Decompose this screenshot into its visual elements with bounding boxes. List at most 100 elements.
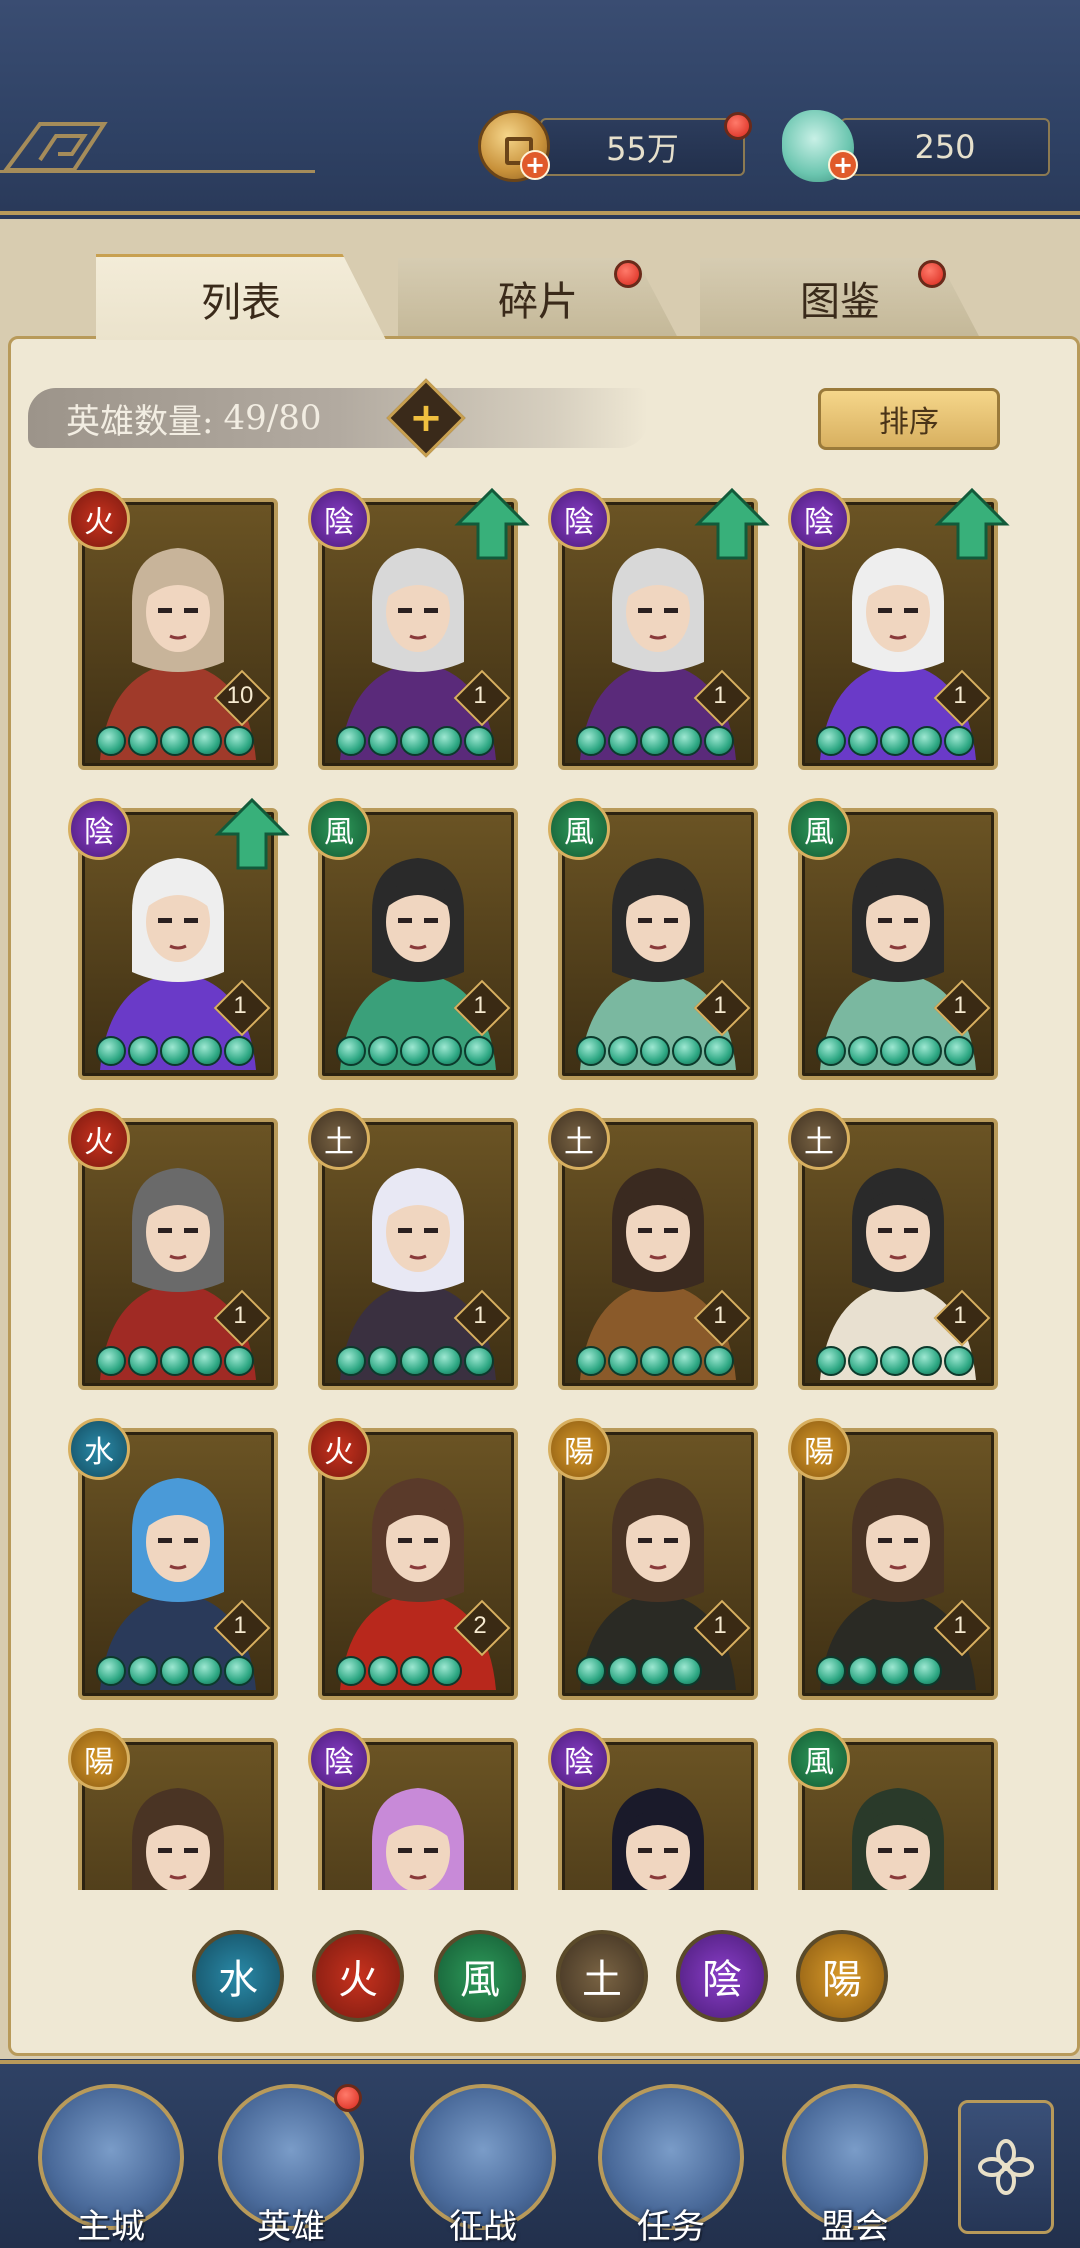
upgrade-arrow-icon	[694, 487, 770, 560]
jade-star-icon	[192, 1656, 222, 1686]
nav-battle-helmet[interactable]: 征战	[408, 2084, 558, 2248]
wind-element-icon: 風	[788, 1728, 850, 1790]
fire-element-icon: 火	[308, 1418, 370, 1480]
jade-star-icon	[576, 1036, 606, 1066]
jade-star-icon	[128, 1656, 158, 1686]
hero-level: 1	[953, 1302, 967, 1329]
yang-element-icon: 陽	[68, 1728, 130, 1790]
tab-list[interactable]: 列表	[96, 254, 386, 340]
hero-level-badge: 1	[698, 984, 742, 1028]
tab-list-label: 列表	[201, 279, 281, 326]
jade-star-icon	[400, 1036, 430, 1066]
jade-star-icon	[160, 726, 190, 756]
hero-level: 1	[233, 1302, 247, 1329]
hero-star-row	[576, 726, 734, 758]
jade-star-icon	[880, 726, 910, 756]
hero-level-badge: 1	[698, 1294, 742, 1338]
jade-star-icon	[816, 1346, 846, 1376]
hero-level-badge: 1	[938, 984, 982, 1028]
hero-level-badge: 1	[218, 984, 262, 1028]
jade-star-icon	[880, 1036, 910, 1066]
add-jade-button[interactable]: +	[828, 150, 858, 180]
yin-element-icon: 陰	[68, 798, 130, 860]
tab-atlas-label: 图鉴	[800, 279, 880, 325]
hero-star-row	[576, 1656, 702, 1688]
bottom-navigation: 主城 英雄 征战 任务 盟会	[0, 2060, 1080, 2248]
hero-level-badge: 2	[458, 1604, 502, 1648]
jade-star-icon	[432, 1036, 462, 1066]
jade-star-icon	[848, 1656, 878, 1686]
jade-star-icon	[224, 726, 254, 756]
nav-label: 主城	[77, 2207, 145, 2247]
jade-star-icon	[608, 1036, 638, 1066]
filter-yin-button[interactable]: 陰	[676, 1930, 768, 2022]
jade-star-icon	[464, 726, 494, 756]
sort-button[interactable]: 排序	[818, 388, 1000, 450]
nav-label: 英雄	[257, 2207, 325, 2247]
coin-balance: 55万	[540, 118, 745, 176]
jade-star-icon	[432, 1346, 462, 1376]
nav-city-gate[interactable]: 主城	[36, 2084, 186, 2248]
jade-star-icon	[816, 726, 846, 756]
nav-task-scroll[interactable]: 任务	[596, 2084, 746, 2248]
jade-star-icon	[608, 1346, 638, 1376]
hero-star-row	[816, 1656, 942, 1688]
sort-button-label: 排序	[879, 405, 939, 440]
hero-count: 英雄数量: 49/80	[66, 392, 321, 444]
filter-earth-button[interactable]: 土	[556, 1930, 648, 2022]
hero-star-row	[816, 1036, 974, 1068]
jade-star-icon	[880, 1346, 910, 1376]
jade-star-icon	[848, 1346, 878, 1376]
jade-star-icon	[400, 1656, 430, 1686]
hero-star-row	[576, 1346, 734, 1378]
yang-element-icon: 陽	[788, 1418, 850, 1480]
jade-star-icon	[128, 726, 158, 756]
jade-star-icon	[640, 1656, 670, 1686]
wind-element-icon: 風	[548, 798, 610, 860]
hero-star-row	[576, 1036, 734, 1068]
jade-star-icon	[368, 726, 398, 756]
hero-level-badge: 1	[218, 1294, 262, 1338]
add-coin-button[interactable]: +	[520, 150, 550, 180]
jade-star-icon	[576, 1656, 606, 1686]
hero-star-row	[336, 1346, 494, 1378]
jade-star-icon	[368, 1036, 398, 1066]
filter-water-button[interactable]: 水	[192, 1930, 284, 2022]
hero-level-badge: 1	[938, 1604, 982, 1648]
jade-star-icon	[912, 726, 942, 756]
element-filter-bar: 水火風土陰陽	[0, 1930, 1080, 2030]
jade-star-icon	[848, 1036, 878, 1066]
yin-element-icon: 陰	[308, 488, 370, 550]
jade-star-icon	[672, 1346, 702, 1376]
more-menu-button[interactable]	[958, 2100, 1054, 2234]
jade-star-icon	[912, 1346, 942, 1376]
filter-wind-button[interactable]: 風	[434, 1930, 526, 2022]
jade-star-icon	[816, 1656, 846, 1686]
jade-star-icon	[96, 1656, 126, 1686]
wind-element-icon: 風	[308, 798, 370, 860]
yin-element-icon: 陰	[548, 488, 610, 550]
hero-star-row	[336, 1036, 494, 1068]
jade-star-icon	[336, 1346, 366, 1376]
plus-icon: +	[409, 395, 443, 441]
jade-star-icon	[640, 1346, 670, 1376]
hero-star-row	[336, 726, 494, 758]
nav-label: 任务	[637, 2207, 705, 2247]
jade-balance: 250	[840, 118, 1050, 176]
jade-star-icon	[912, 1036, 942, 1066]
hero-level: 1	[233, 992, 247, 1019]
yin-element-icon: 陰	[548, 1728, 610, 1790]
filter-fire-button[interactable]: 火	[312, 1930, 404, 2022]
jade-star-icon	[944, 1036, 974, 1066]
jade-star-icon	[96, 1346, 126, 1376]
filter-yang-button[interactable]: 陽	[796, 1930, 888, 2022]
jade-star-icon	[704, 1346, 734, 1376]
nav-alliance-pavilion[interactable]: 盟会	[780, 2084, 930, 2248]
jade-star-icon	[464, 1036, 494, 1066]
jade-star-icon	[816, 1036, 846, 1066]
hero-level: 1	[473, 1302, 487, 1329]
jade-star-icon	[400, 726, 430, 756]
hero-grid: 10 火 1 陰 1 陰 1 陰 1 陰 1 風 1 風 1 風 1 火 1 土 1 土 1 土 1 水 2 火 1 陽 1 陽陽陰陰風	[0, 470, 1080, 1890]
jade-star-icon	[192, 726, 222, 756]
hero-level: 1	[473, 992, 487, 1019]
